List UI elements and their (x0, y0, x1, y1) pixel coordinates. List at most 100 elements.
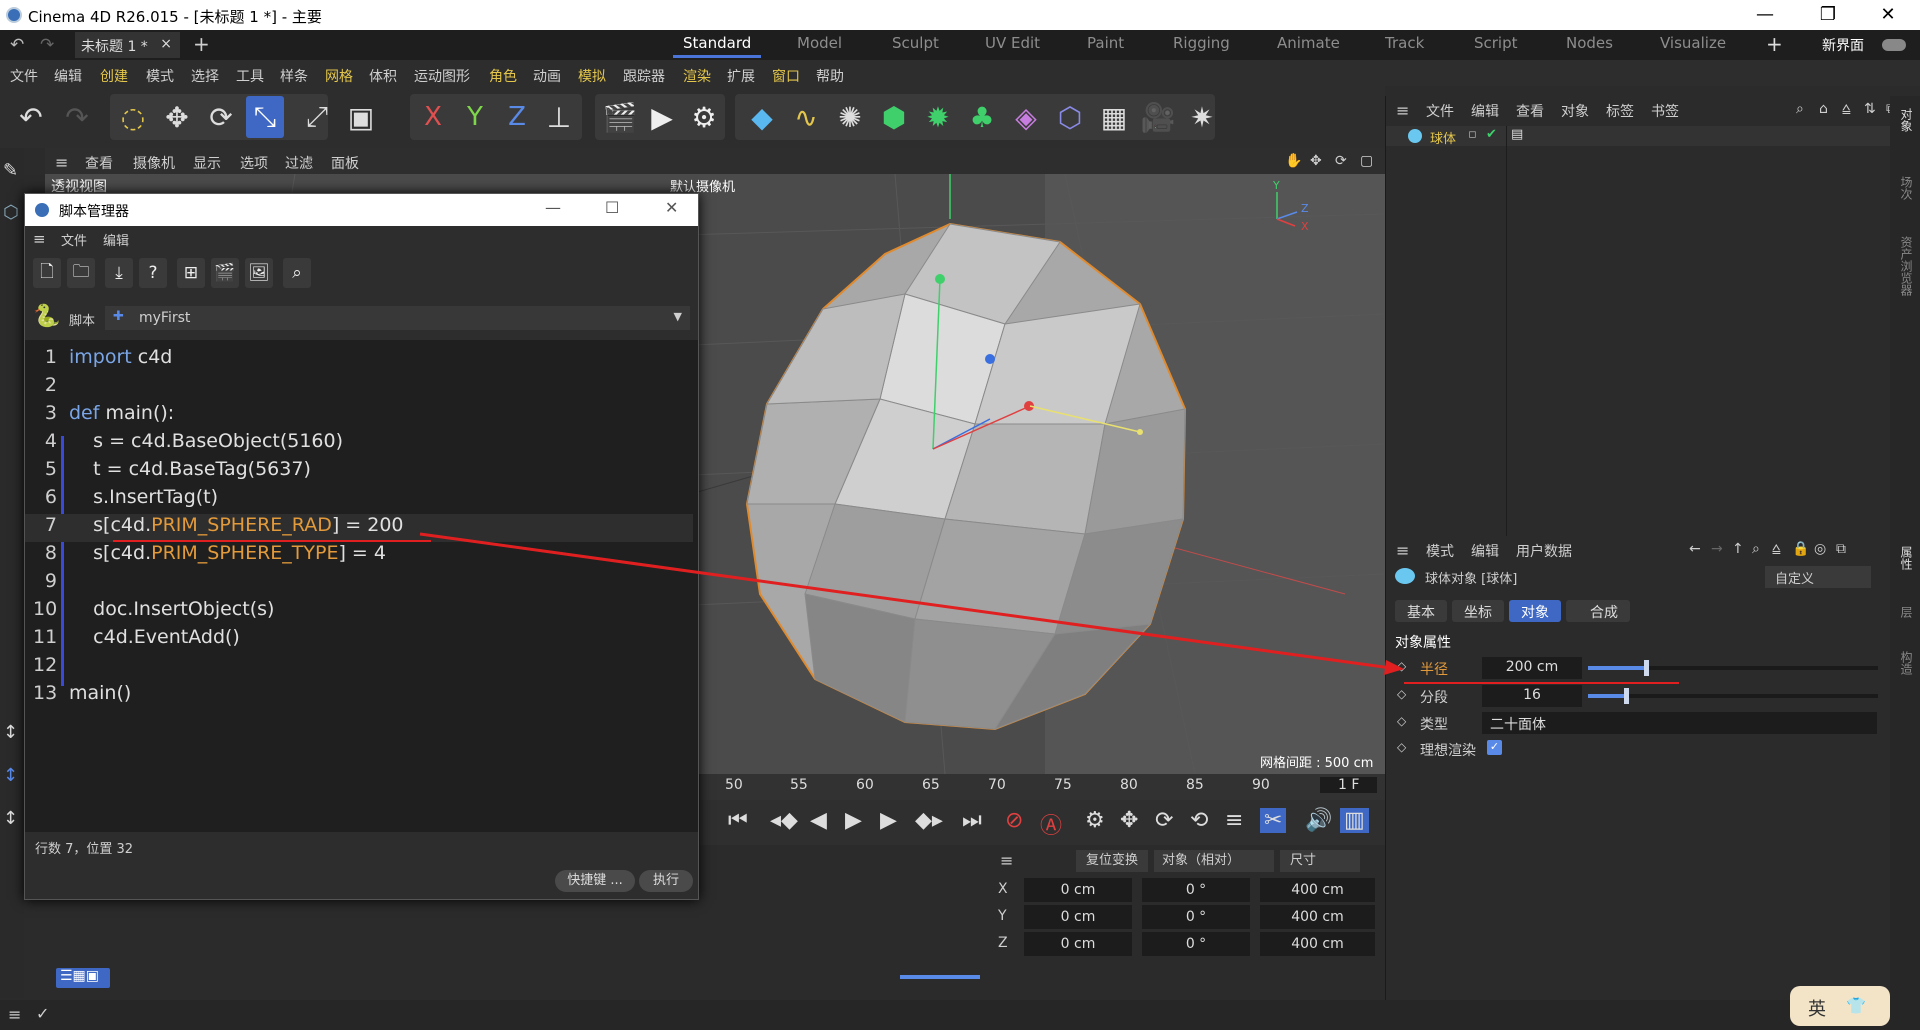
key-rotation-icon[interactable]: ⟳ (1155, 808, 1173, 833)
object-row[interactable]: 球体 ▫ ✔ ▤ (1386, 126, 1920, 147)
reset-transform-button[interactable]: 复位变换 (1076, 850, 1148, 872)
current-frame[interactable]: 1 F (1320, 777, 1378, 793)
menu-tracker[interactable]: 跟踪器 (623, 66, 665, 86)
browse-icon[interactable]: ⌕ (283, 258, 311, 288)
key-scale-icon[interactable]: ⟲ (1190, 808, 1208, 833)
layout-standard[interactable]: Standard (672, 34, 762, 58)
layout-visualize[interactable]: Visualize (1660, 34, 1726, 52)
render-view-icon[interactable]: 🎬 (601, 96, 639, 138)
deformer-icon[interactable]: ◈ (1007, 96, 1045, 138)
next-frame-icon[interactable]: ▶ (880, 808, 897, 833)
edit-mode-icon[interactable]: ✎ (3, 160, 18, 181)
axis-snap-icon[interactable]: ↕ (3, 765, 18, 786)
script-select[interactable]: ✚ myFirst ▼ (105, 306, 690, 330)
slider-knob[interactable] (1623, 688, 1629, 704)
keyframe-diamond-icon[interactable]: ◇ (1397, 714, 1406, 728)
cube-icon[interactable]: ◆ (743, 96, 781, 138)
menu-animate[interactable]: 动画 (533, 66, 561, 86)
floor-icon[interactable]: ▦ (1095, 96, 1133, 138)
execute-button[interactable]: 执行 (639, 870, 693, 892)
play-icon[interactable]: ▶ (845, 808, 862, 833)
viewport-menu-filter[interactable]: 过滤 (285, 153, 313, 173)
segments-field[interactable]: 16 (1482, 685, 1582, 707)
shortcut-button[interactable]: 快捷键 ... (555, 870, 635, 892)
code-editor[interactable]: 1 import c4d 2 3 def main(): 4 s = c4d.B… (25, 340, 693, 832)
add-icon[interactable]: ⊞ (177, 258, 205, 288)
rotate-view-icon[interactable]: ⟳ (1335, 153, 1347, 169)
layout-uv-edit[interactable]: UV Edit (985, 34, 1040, 52)
menu-file[interactable]: 文件 (10, 66, 38, 86)
layer-icon[interactable]: ▫ (1468, 127, 1477, 142)
help-icon[interactable]: ? (139, 258, 167, 288)
attr-search-icon[interactable]: ⌕ (1752, 541, 1760, 557)
render-picture-viewer-icon[interactable]: ▶ (643, 96, 681, 138)
menu-spline[interactable]: 样条 (280, 66, 308, 86)
object-name[interactable]: 球体 (1430, 128, 1456, 147)
layout-animate[interactable]: Animate (1277, 34, 1340, 52)
viewport-menu-camera[interactable]: 摄像机 (133, 153, 175, 173)
close-tab-icon[interactable]: × (160, 36, 172, 52)
coords-hamburger-icon[interactable]: ≡ (1000, 851, 1013, 870)
rotation-z-field[interactable]: 0 ° (1142, 932, 1250, 956)
attr-filter-icon[interactable]: ⩠ (1772, 541, 1781, 557)
keyframe-diamond-icon[interactable]: ◇ (1397, 740, 1406, 754)
transform-icon[interactable]: ⤢ (298, 96, 336, 138)
script-manager-titlebar[interactable]: 脚本管理器 — ☐ ✕ (25, 194, 698, 226)
search-icon[interactable]: ⌕ (1796, 101, 1804, 117)
next-key-icon[interactable]: ◆▸ (915, 808, 943, 833)
menu-volume[interactable]: 体积 (369, 66, 397, 86)
model-mode-icon[interactable]: ⬡ (3, 202, 19, 223)
workplane-icon[interactable]: ↕ (3, 808, 18, 829)
record-icon[interactable]: ⊘ (1005, 808, 1023, 833)
viewport-hamburger-icon[interactable]: ≡ (55, 153, 68, 172)
layout-rigging[interactable]: Rigging (1173, 34, 1230, 52)
viewport-menu-panel[interactable]: 面板 (331, 153, 359, 173)
minimize-icon[interactable]: — (1745, 4, 1785, 25)
add-layout-icon[interactable]: + (1766, 32, 1783, 56)
maximize-icon[interactable]: ❐ (1808, 4, 1848, 25)
segments-slider[interactable] (1588, 688, 1878, 704)
key-position-icon[interactable]: ✥ (1120, 808, 1138, 833)
size-z-field[interactable]: 400 cm (1260, 932, 1375, 956)
forward-arrow-icon[interactable]: → (1711, 541, 1723, 557)
key-pla-icon[interactable]: ✂ (1260, 808, 1287, 833)
sm-menu-edit[interactable]: 编辑 (103, 230, 129, 249)
camera-icon[interactable]: 🎥 (1139, 96, 1177, 138)
render-settings-icon[interactable]: ⚙ (685, 96, 723, 138)
go-to-start-icon[interactable]: ⏮ (728, 808, 748, 833)
rotation-y-field[interactable]: 0 ° (1142, 905, 1250, 929)
tab-phong[interactable]: 合成 (1566, 600, 1630, 622)
position-z-field[interactable]: 0 cm (1024, 932, 1132, 956)
type-select[interactable]: 二十面体 (1482, 712, 1877, 734)
viewport-menu-display[interactable]: 显示 (193, 153, 221, 173)
menu-render[interactable]: 渲染 (683, 66, 711, 86)
dock-tab-objects[interactable]: 对象 (1898, 108, 1915, 132)
back-arrow-icon[interactable]: ← (1689, 541, 1701, 557)
menu-create[interactable]: 创建 (100, 66, 128, 86)
sort-icon[interactable]: ⇅ (1864, 101, 1876, 117)
cloner-icon[interactable]: ✹ (919, 96, 957, 138)
subdivision-icon[interactable]: ✺ (831, 96, 869, 138)
menu-extensions[interactable]: 扩展 (727, 66, 755, 86)
menu-select[interactable]: 选择 (191, 66, 219, 86)
move-view-icon[interactable]: ✥ (1310, 153, 1322, 169)
sm-minimize-icon[interactable]: — (545, 198, 561, 217)
close-icon[interactable]: ✕ (1868, 4, 1908, 25)
om-menu-tags[interactable]: 标签 (1606, 101, 1634, 121)
preset-select[interactable]: 自定义 (1765, 566, 1871, 588)
document-tab[interactable]: 未标题 1 * × (75, 32, 180, 58)
attr-new-window-icon[interactable]: ⧉ (1836, 541, 1846, 557)
go-to-end-icon[interactable]: ⏭ (962, 808, 982, 833)
menu-window[interactable]: 窗口 (772, 66, 800, 86)
coordinate-system-icon[interactable]: ▣ (342, 96, 380, 138)
sm-hamburger-icon[interactable]: ≡ (33, 230, 46, 248)
home-icon[interactable]: ⌂ (1819, 101, 1828, 117)
om-menu-view[interactable]: 查看 (1516, 101, 1544, 121)
tab-object[interactable]: 对象 (1509, 600, 1561, 622)
render-perfect-checkbox[interactable]: ✓ (1487, 740, 1502, 755)
sound-icon[interactable]: 🔊 (1305, 808, 1332, 833)
dock-tab-attributes[interactable]: 属性 (1898, 546, 1915, 570)
zoom-slider[interactable] (900, 975, 980, 979)
z-axis-lock-icon[interactable]: Z (498, 96, 536, 138)
volume-icon[interactable]: ♣ (963, 96, 1001, 138)
